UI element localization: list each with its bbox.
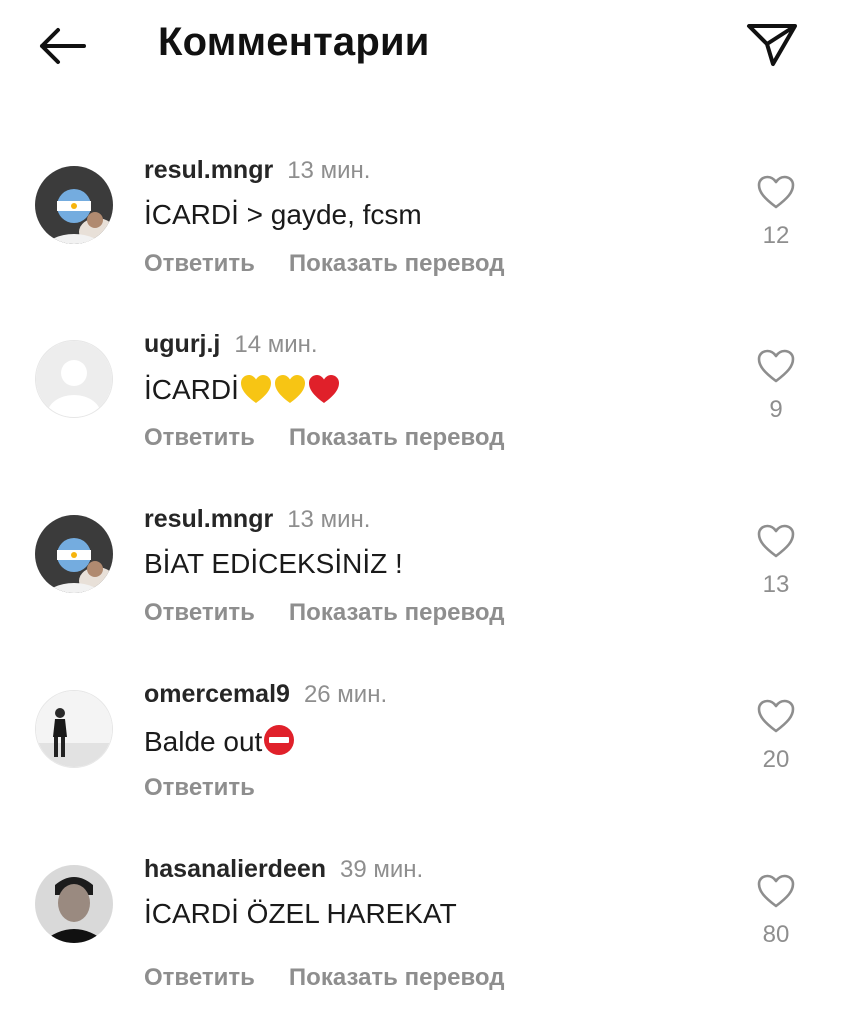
reply-button[interactable]: Ответить: [144, 599, 255, 626]
heart-icon[interactable]: [756, 174, 796, 210]
yellow-heart-icon: [239, 373, 273, 412]
heart-icon[interactable]: [756, 698, 796, 734]
comment-text: BİAT EDİCEKSİNİZ !: [144, 548, 403, 579]
comment-text: İCARDİ: [144, 373, 341, 412]
comment-text: İCARDİ ÖZEL HAREKAT: [144, 898, 457, 929]
like-count: 9: [769, 396, 783, 423]
comment-username[interactable]: resul.mngr 13 мин.: [144, 505, 370, 534]
comment-item: omercemal9 26 мин. Balde out Ответить 20: [0, 674, 842, 824]
heart-icon[interactable]: [756, 348, 796, 384]
avatar[interactable]: [35, 515, 113, 593]
reply-button[interactable]: Ответить: [144, 774, 255, 801]
heart-icon[interactable]: [756, 873, 796, 909]
like-count: 12: [762, 222, 790, 249]
avatar[interactable]: [35, 340, 113, 418]
yellow-heart-icon: [273, 373, 307, 412]
comment-username[interactable]: ugurj.j 14 мин.: [144, 330, 318, 359]
heart-icon[interactable]: [756, 523, 796, 559]
reply-button[interactable]: Ответить: [144, 250, 255, 277]
page-title: Комментарии: [158, 20, 430, 64]
send-direct-icon[interactable]: [744, 18, 800, 72]
avatar[interactable]: [35, 166, 113, 244]
back-arrow-icon[interactable]: [34, 24, 90, 68]
reply-button[interactable]: Ответить: [144, 424, 255, 451]
avatar[interactable]: [35, 865, 113, 943]
show-translation-button[interactable]: Показать перевод: [289, 250, 505, 277]
comment-item: hasanalierdeen 39 мин. İCARDİ ÖZEL HAREKA…: [0, 849, 842, 999]
comment-username[interactable]: omercemal9 26 мин.: [144, 680, 387, 709]
comment-username[interactable]: resul.mngr 13 мин.: [144, 156, 370, 185]
no-entry-icon: [262, 723, 296, 764]
show-translation-button[interactable]: Показать перевод: [289, 424, 505, 451]
comment-item: resul.mngr 13 мин. BİAT EDİCEKSİNİZ ! Отв…: [0, 499, 842, 649]
header-bar: Комментарии: [0, 0, 842, 92]
comment-text: İCARDİ > gayde, fcsm: [144, 199, 422, 230]
like-count: 80: [762, 921, 790, 948]
like-count: 20: [762, 746, 790, 773]
avatar[interactable]: [35, 690, 113, 768]
comment-time: 13 мин.: [287, 157, 371, 184]
comment-actions: Ответить Показать перевод: [144, 250, 504, 278]
comment-actions: Ответить Показать перевод: [144, 964, 504, 992]
red-heart-icon: [307, 373, 341, 412]
comment-text: Balde out: [144, 723, 296, 764]
comment-actions: Ответить: [144, 774, 255, 802]
comment-actions: Ответить Показать перевод: [144, 599, 504, 627]
comment-time: 14 мин.: [234, 331, 318, 358]
comment-time: 13 мин.: [287, 506, 371, 533]
show-translation-button[interactable]: Показать перевод: [289, 599, 505, 626]
like-count: 13: [762, 571, 790, 598]
comment-time: 39 мин.: [340, 856, 424, 883]
comment-username[interactable]: hasanalierdeen 39 мин.: [144, 855, 423, 884]
show-translation-button[interactable]: Показать перевод: [289, 964, 505, 991]
reply-button[interactable]: Ответить: [144, 964, 255, 991]
comment-time: 26 мин.: [303, 681, 388, 708]
comment-actions: Ответить Показать перевод: [144, 424, 504, 452]
comment-item: resul.mngr 13 мин. İCARDİ > gayde, fcsm О…: [0, 150, 842, 300]
comment-item: ugurj.j 14 мин. İCARDİ Ответить Показать п…: [0, 324, 842, 474]
